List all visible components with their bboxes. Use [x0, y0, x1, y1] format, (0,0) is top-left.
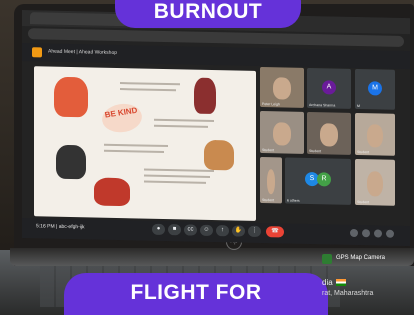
bottom-banner: FLIGHT FOR: [64, 273, 328, 315]
participant-tile[interactable]: Student: [260, 110, 304, 154]
slide-heading: BE KIND: [99, 101, 145, 135]
illustration-person: [204, 139, 234, 171]
illustration-person: [194, 77, 216, 115]
slide-text-line: [120, 82, 180, 86]
illustration-person: [54, 76, 88, 118]
participant-tile[interactable]: Student: [355, 158, 395, 206]
illustration-person: [94, 177, 130, 207]
participant-tile[interactable]: Peter Leigh: [260, 66, 304, 108]
participant-tile[interactable]: S R 6 others: [285, 157, 351, 205]
presentation-slide: BE KIND: [34, 66, 256, 221]
slide-text-line: [154, 124, 208, 128]
participant-video: [367, 170, 383, 197]
participant-name: Student: [357, 200, 370, 205]
participant-video: [266, 168, 276, 195]
illustration-person: [56, 144, 86, 180]
participant-name: Student: [262, 148, 275, 153]
gps-camera-icon: [322, 254, 332, 264]
india-flag-icon: [335, 279, 346, 287]
participant-name: Peter Leigh: [262, 102, 280, 107]
participant-name: Student: [357, 150, 370, 155]
participant-tile[interactable]: Student: [355, 112, 395, 156]
chat-icon[interactable]: [374, 229, 382, 238]
slide-text-line: [104, 143, 168, 148]
laptop-screen: Ahead Meet | Ahead Workshop BE KIND Pete…: [22, 10, 410, 247]
participant-name: Student: [309, 149, 322, 154]
emoji-icon[interactable]: ☺: [200, 224, 213, 237]
activities-icon[interactable]: [386, 229, 394, 238]
slide-text-line: [120, 88, 176, 92]
people-icon[interactable]: [362, 229, 370, 238]
gps-app-label: GPS Map Camera: [336, 255, 386, 261]
mic-icon[interactable]: ●: [152, 223, 165, 235]
participant-video: [273, 77, 291, 100]
slide-text-line: [104, 149, 164, 153]
meet-header: [22, 43, 410, 70]
gps-address: rat, Maharashtra: [322, 290, 374, 297]
meet-logo-icon: [32, 47, 42, 58]
slide-text-line: [154, 118, 214, 123]
participant-name: M: [357, 104, 360, 109]
more-icon[interactable]: ⋮: [248, 225, 261, 238]
slide-text-line: [144, 174, 210, 178]
gps-location-text: dia: [322, 278, 333, 287]
participant-tile[interactable]: Student: [260, 156, 282, 204]
participant-video: [320, 122, 338, 147]
participant-avatar: R: [317, 172, 331, 187]
participant-video: [273, 121, 291, 146]
end-call-icon[interactable]: ☎: [266, 226, 284, 238]
participant-name: 6 others: [287, 198, 300, 203]
slide-text-line: [144, 180, 206, 184]
participant-avatar: M: [368, 81, 382, 96]
info-icon[interactable]: [350, 228, 358, 238]
camera-icon[interactable]: ■: [168, 224, 181, 236]
top-banner: BURNOUT: [115, 0, 301, 28]
participant-tile[interactable]: M M: [355, 68, 395, 110]
participant-video: [367, 123, 383, 148]
present-icon[interactable]: ↑: [216, 225, 229, 237]
participant-tile[interactable]: Student: [307, 111, 351, 155]
raise-hand-icon[interactable]: ✋: [232, 225, 245, 237]
participant-name: Student: [262, 198, 275, 203]
gps-overlay: GPS Map Camera dia rat, Maharashtra: [322, 254, 414, 315]
participant-name: Archana Sharma: [309, 103, 336, 108]
participant-avatar: A: [322, 80, 336, 95]
captions-icon[interactable]: cc: [184, 224, 197, 236]
participant-tile[interactable]: A Archana Sharma: [307, 67, 351, 109]
meeting-clock: 5:16 PM | abc-efgh-ijk: [36, 223, 85, 231]
slide-text-line: [144, 168, 214, 173]
gps-location: dia: [322, 278, 346, 287]
